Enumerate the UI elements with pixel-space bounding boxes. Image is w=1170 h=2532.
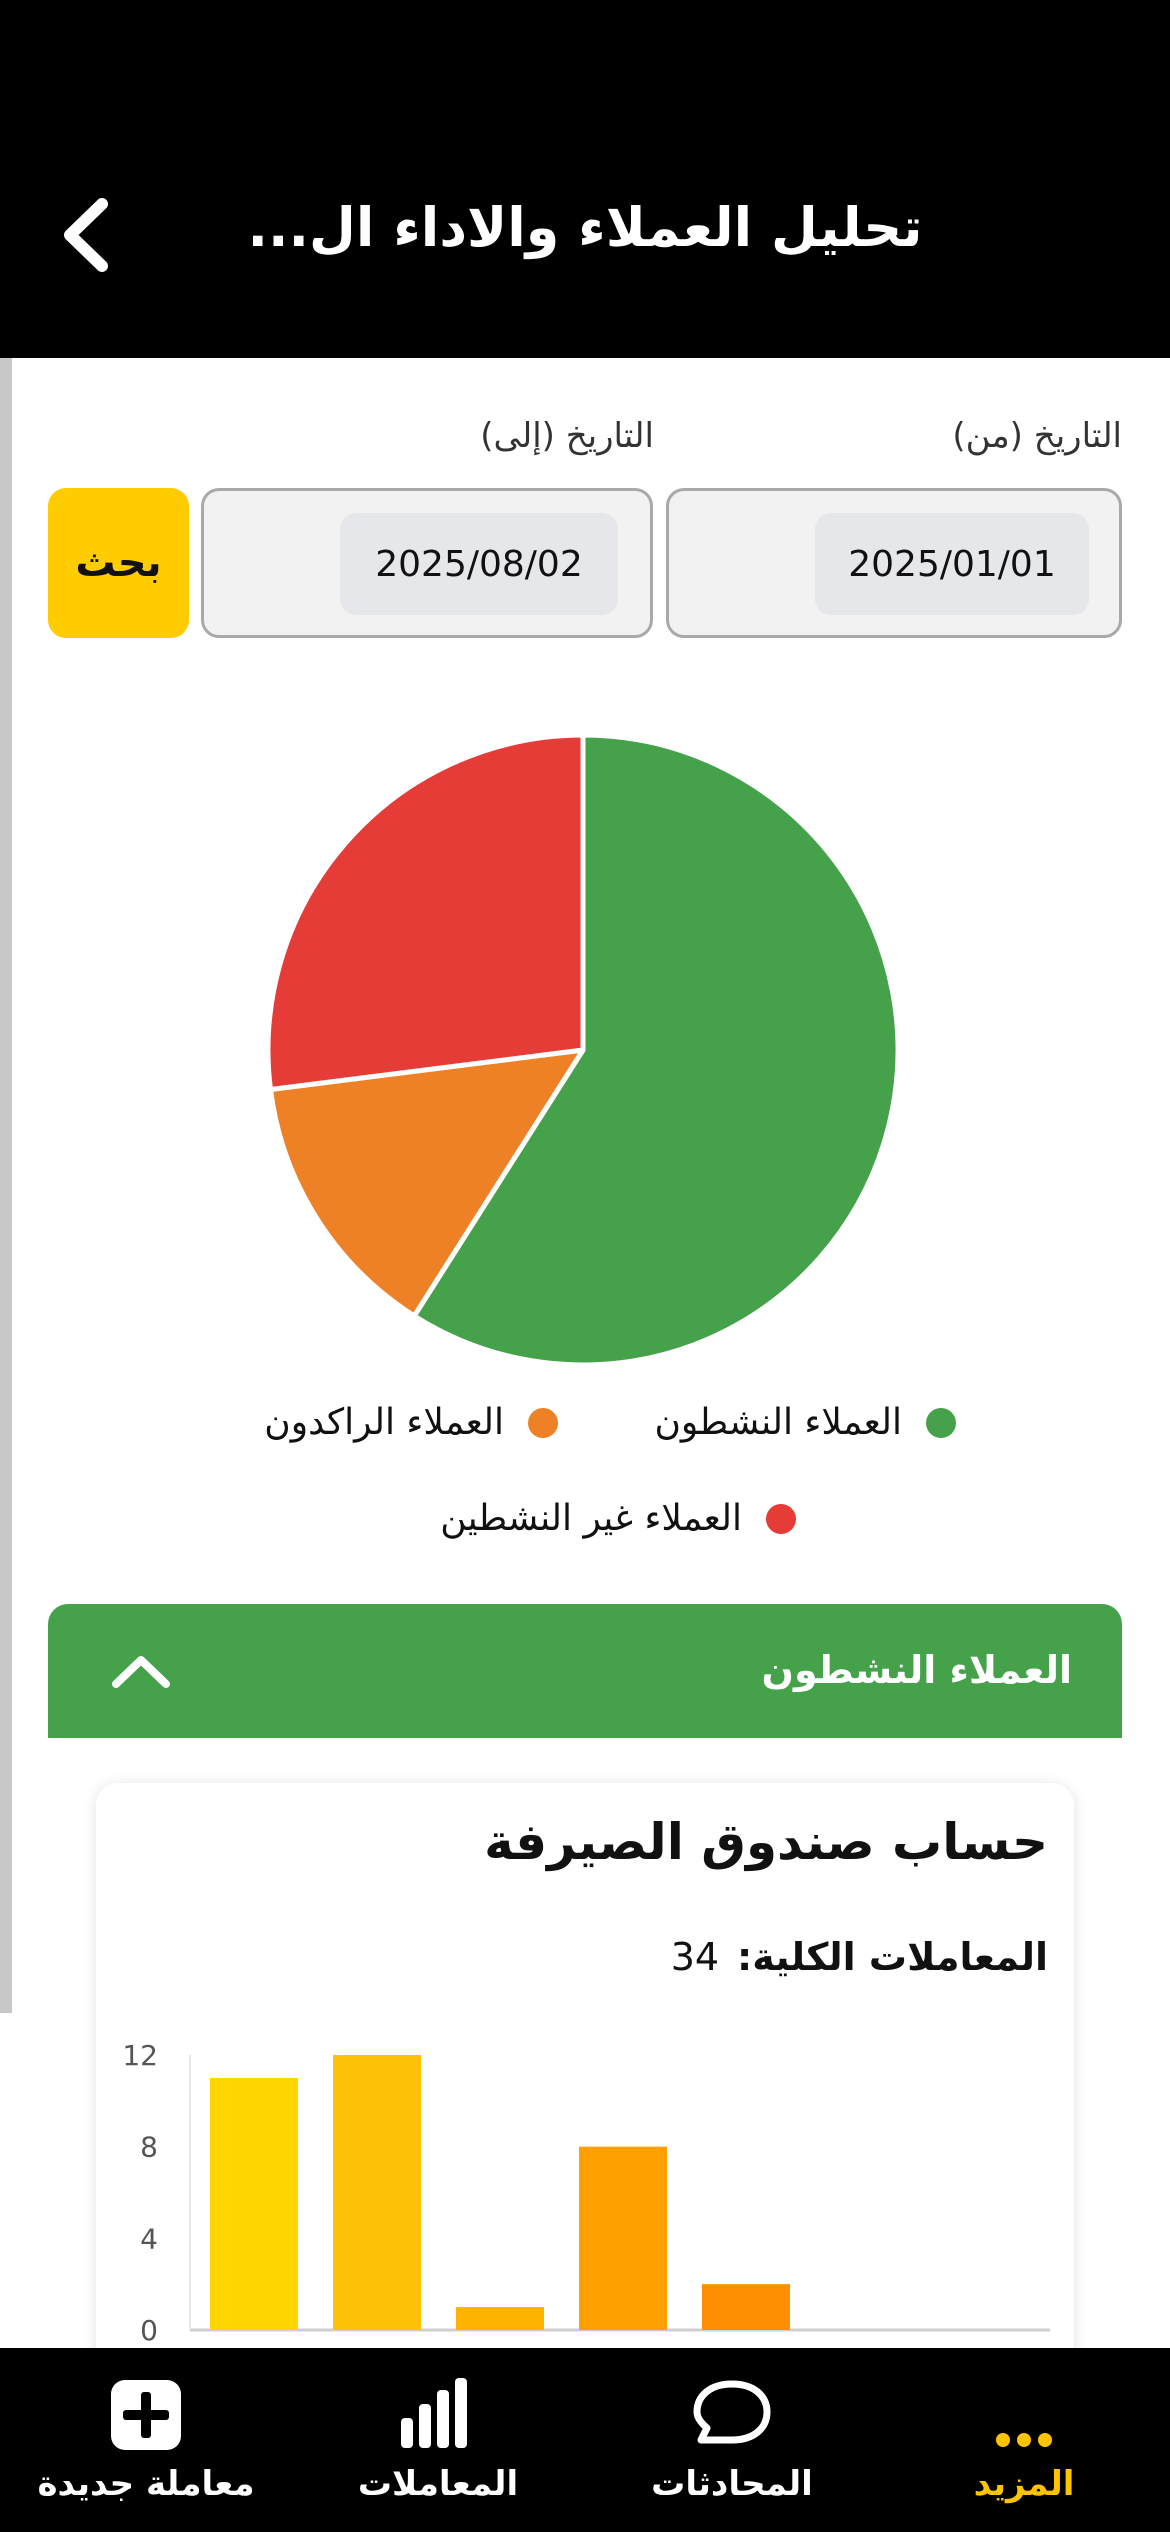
pie-slice-2 (265, 732, 586, 1092)
from-date-field[interactable]: 2025/01/01 (666, 488, 1122, 638)
bar-3 (579, 2146, 667, 2330)
back-button[interactable] (52, 190, 122, 280)
add-square-icon (101, 2374, 191, 2454)
total-transactions-label: المعاملات الكلية: (737, 1935, 1048, 1979)
nav-label-transactions: المعاملات (357, 2464, 519, 2504)
legend-item-stagnant: العملاء الراكدون (264, 1402, 558, 1443)
card-title: حساب صندوق الصيرفة (484, 1813, 1048, 1871)
search-button[interactable]: بحث (48, 488, 189, 638)
legend-item-inactive: العملاء غير النشطين (440, 1498, 796, 1539)
active-customers-section-header[interactable]: العملاء النشطون (48, 1604, 1122, 1738)
app-header: تحليل العملاء والاداء ال... (0, 0, 1170, 358)
more-icon (979, 2374, 1069, 2454)
y-tick-label-0: 0 (140, 2314, 158, 2347)
section-title: العملاء النشطون (761, 1648, 1072, 1692)
from-date-value[interactable]: 2025/01/01 (815, 513, 1089, 615)
legend-dot-stagnant (528, 1407, 558, 1438)
total-transactions-value: 34 (670, 1935, 720, 1979)
bar-2 (456, 2307, 544, 2330)
nav-item-chats[interactable]: المحادثات (620, 2348, 844, 2532)
transactions-bar-chart: 0 4 8 12 (110, 2030, 1070, 2350)
chevron-left-icon (64, 198, 108, 272)
total-transactions: المعاملات الكلية: 34 (671, 1935, 1048, 1979)
bar-0 (210, 2077, 298, 2330)
chat-icon (687, 2374, 777, 2454)
y-tick-label-3: 12 (122, 2039, 158, 2072)
customer-pie-chart (263, 730, 903, 1370)
bottom-navigation: المزيد المحادثات المعاملات معاملة جديدة (0, 2348, 1170, 2532)
chevron-up-icon[interactable] (106, 1644, 176, 1694)
legend-dot-inactive (766, 1503, 796, 1534)
y-tick-label-2: 8 (140, 2131, 158, 2164)
legend-dot-active (926, 1407, 956, 1438)
from-date-label: التاريخ (من) (952, 416, 1122, 456)
nav-label-chats: المحادثات (651, 2464, 813, 2504)
page-title: تحليل العملاء والاداء ال... (247, 196, 923, 259)
y-tick-label-1: 4 (140, 2222, 158, 2255)
nav-item-more[interactable]: المزيد (914, 2348, 1134, 2532)
legend-label-inactive: العملاء غير النشطين (440, 1498, 742, 1539)
nav-item-transactions[interactable]: المعاملات (330, 2348, 546, 2532)
to-date-value[interactable]: 2025/08/02 (340, 513, 618, 615)
to-date-label: التاريخ (إلى) (480, 416, 654, 456)
legend-label-stagnant: العملاء الراكدون (264, 1402, 504, 1443)
bar-1 (333, 2055, 421, 2330)
scroll-indicator[interactable] (0, 358, 12, 2013)
nav-item-new-transaction[interactable]: معاملة جديدة (26, 2348, 266, 2532)
nav-label-new-transaction: معاملة جديدة (37, 2464, 255, 2504)
to-date-field[interactable]: 2025/08/02 (201, 488, 653, 638)
legend-item-active: العملاء النشطون (654, 1402, 956, 1443)
nav-label-more: المزيد (973, 2464, 1075, 2504)
bar-4 (702, 2284, 790, 2330)
bar-chart-icon (393, 2374, 483, 2454)
legend-label-active: العملاء النشطون (654, 1402, 902, 1443)
